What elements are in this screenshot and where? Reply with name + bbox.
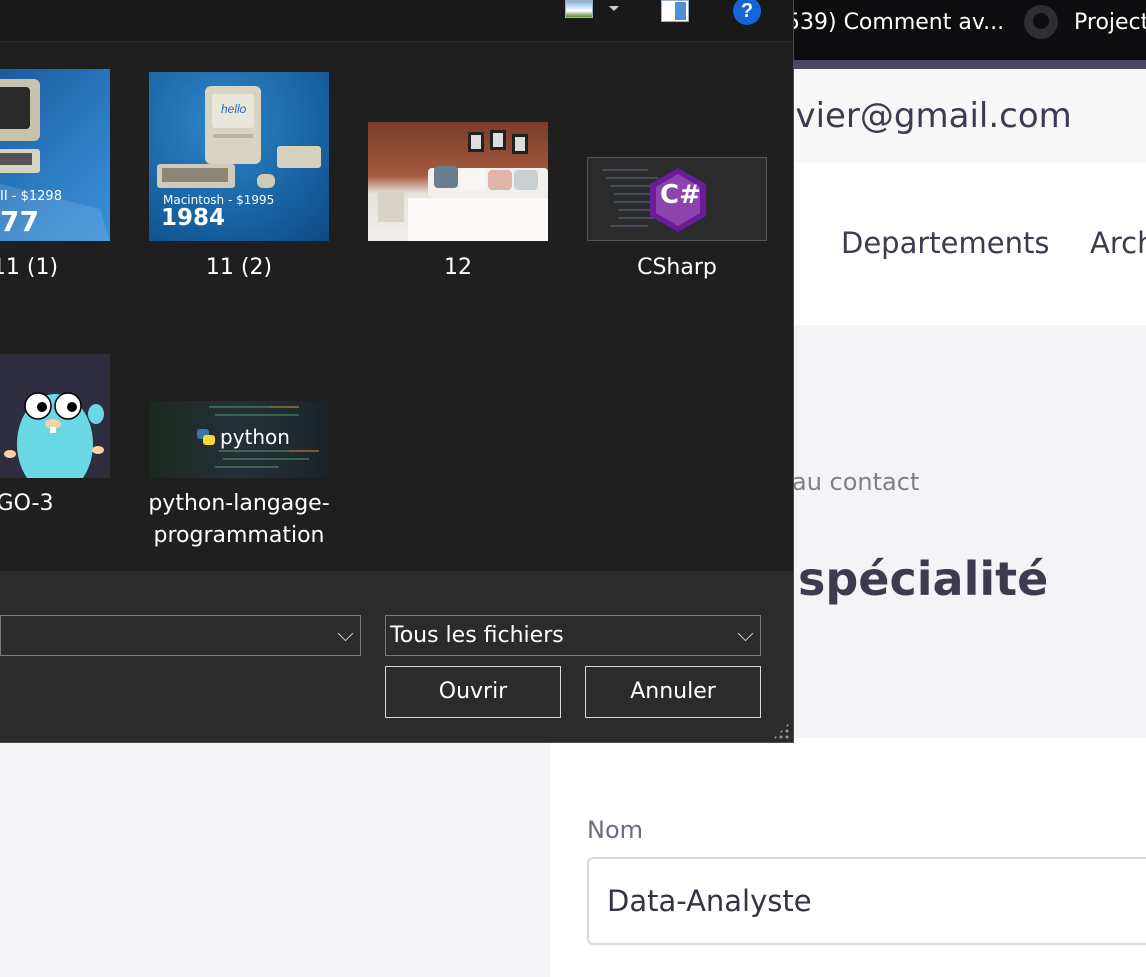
cancel-button[interactable]: Annuler bbox=[585, 666, 761, 718]
name-field-label: Nom bbox=[587, 816, 644, 844]
nav-item-departements[interactable]: Departements bbox=[841, 226, 1049, 260]
file-thumbnail[interactable]: II - $1298 77 bbox=[0, 69, 110, 241]
change-view-icon[interactable] bbox=[565, 0, 593, 18]
file-name[interactable]: python-langage-programmation bbox=[129, 488, 349, 552]
file-thumbnail[interactable]: python bbox=[149, 401, 329, 478]
thumb-year: 77 bbox=[0, 205, 39, 238]
file-name-combobox[interactable] bbox=[0, 615, 361, 656]
preview-pane-icon[interactable] bbox=[661, 0, 689, 22]
browser-tab-project[interactable]: Project bbox=[1024, 0, 1146, 44]
github-icon bbox=[1024, 5, 1058, 39]
user-email: ivier@gmail.com bbox=[786, 96, 1072, 136]
file-name[interactable]: GO-3 bbox=[0, 488, 135, 520]
file-thumbnail[interactable]: hello Macintosh - $1995 1984 bbox=[149, 72, 329, 241]
page-title: spécialité bbox=[798, 552, 1049, 606]
file-type-select[interactable]: Tous les fichiers bbox=[385, 615, 761, 656]
file-name[interactable]: 11 (1) bbox=[0, 252, 135, 284]
chevron-down-icon[interactable] bbox=[337, 625, 354, 642]
nav-item-arch[interactable]: Arch bbox=[1090, 226, 1146, 260]
file-thumbnail[interactable] bbox=[368, 122, 548, 241]
file-thumbnail[interactable]: C# bbox=[587, 157, 767, 241]
file-name[interactable]: 11 (2) bbox=[129, 252, 349, 284]
chevron-down-icon[interactable] bbox=[737, 625, 754, 642]
file-name[interactable]: CSharp bbox=[567, 252, 787, 284]
thumb-caption: II - $1298 bbox=[0, 189, 62, 204]
file-name[interactable]: 12 bbox=[348, 252, 568, 284]
chevron-down-icon[interactable] bbox=[609, 6, 619, 11]
open-button[interactable]: Ouvrir bbox=[385, 666, 561, 718]
file-type-label: Tous les fichiers bbox=[390, 623, 564, 648]
file-open-dialog: ? II - $1298 77 11 (1) hello Macintosh -… bbox=[0, 0, 794, 743]
thumb-hello: hello bbox=[221, 102, 247, 116]
tab-accent-bar bbox=[786, 60, 1146, 69]
thumb-year: 1984 bbox=[161, 205, 226, 231]
python-logo-text: python bbox=[220, 425, 290, 449]
name-field[interactable] bbox=[587, 857, 1146, 945]
help-icon[interactable]: ? bbox=[733, 0, 761, 25]
file-thumbnail[interactable] bbox=[0, 354, 110, 478]
dialog-toolbar: ? bbox=[0, 0, 793, 42]
browser-tab-comment[interactable]: 539) Comment av... bbox=[786, 0, 1004, 44]
browser-tab-label: Project bbox=[1074, 9, 1146, 35]
browser-tab-label: 539) Comment av... bbox=[786, 9, 1005, 35]
csharp-logo: C# bbox=[660, 180, 701, 210]
breadcrumb[interactable]: au contact bbox=[792, 468, 919, 496]
